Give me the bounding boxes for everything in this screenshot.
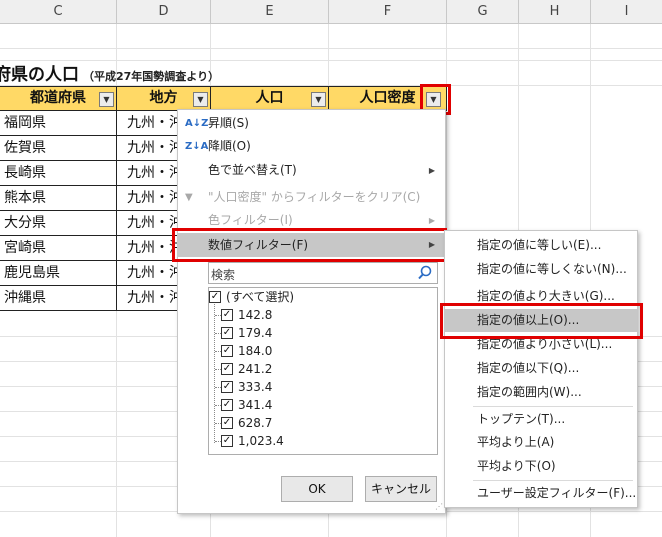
cell-prefecture[interactable]: 宮崎県	[0, 236, 117, 261]
checkbox-icon[interactable]: ✓	[221, 345, 233, 357]
menu-sort-descending-label: 降順(O)	[208, 139, 251, 153]
submenu-custom-filter[interactable]: ユーザー設定フィルター(F)...	[445, 482, 637, 505]
submenu-top-ten[interactable]: トップテン(T)...	[445, 408, 637, 431]
checkbox-icon[interactable]: ✓	[209, 291, 221, 303]
submenu-custom-filter-label: ユーザー設定フィルター(F)...	[477, 486, 637, 500]
checkbox-icon[interactable]: ✓	[221, 399, 233, 411]
value-item-label: 241.2	[238, 362, 273, 376]
sort-descending-icon: Z↓A	[185, 141, 209, 152]
menu-sort-descending[interactable]: Z↓A 降順(O)	[178, 135, 445, 158]
submenu-not-equals[interactable]: 指定の値に等しくない(N)...	[445, 258, 637, 281]
menu-clear-filter-label: "人口密度" からフィルターをクリア(C)	[208, 190, 421, 204]
submenu-equals-label: 指定の値に等しい(E)...	[477, 238, 602, 252]
menu-sort-ascending[interactable]: A↓Z 昇順(S)	[178, 112, 445, 135]
header-prefecture-label: 都道府県	[30, 90, 86, 106]
highlight-number-filter	[172, 228, 447, 262]
submenu-below-average[interactable]: 平均より下(O)	[445, 455, 637, 478]
cell-prefecture[interactable]: 熊本県	[0, 186, 117, 211]
header-region[interactable]: 地方 ▼	[117, 86, 211, 111]
clear-filter-icon: ▼	[185, 192, 193, 203]
sheet-title-main: 府県の人口	[0, 65, 79, 85]
column-header-d[interactable]: D	[117, 0, 211, 24]
value-item-label: 628.7	[238, 416, 273, 430]
column-header-e[interactable]: E	[211, 0, 329, 24]
tree-line	[214, 297, 215, 443]
column-header-i[interactable]: I	[591, 0, 662, 24]
checkbox-icon[interactable]: ✓	[221, 363, 233, 375]
filter-search-input[interactable]: 検索	[208, 262, 438, 284]
submenu-between[interactable]: 指定の範囲内(W)...	[445, 381, 637, 404]
search-placeholder: 検索	[211, 268, 236, 282]
ok-button[interactable]: OK	[281, 476, 353, 502]
submenu-not-equals-label: 指定の値に等しくない(N)...	[477, 262, 627, 276]
header-prefecture[interactable]: 都道府県 ▼	[0, 86, 117, 111]
header-population[interactable]: 人口 ▼	[211, 86, 329, 111]
value-item-label: 179.4	[238, 326, 273, 340]
menu-sort-by-color-label: 色で並べ替え(T)	[208, 163, 297, 177]
menu-sort-ascending-label: 昇順(S)	[208, 116, 249, 130]
menu-clear-filter: ▼ "人口密度" からフィルターをクリア(C)	[178, 186, 445, 209]
filter-dropdown-icon[interactable]: ▼	[99, 92, 114, 107]
header-density-label: 人口密度	[359, 90, 416, 106]
submenu-below-average-label: 平均より下(O)	[477, 459, 556, 473]
submenu-between-label: 指定の範囲内(W)...	[477, 385, 582, 399]
cell-prefecture[interactable]: 鹿児島県	[0, 261, 117, 286]
cell-prefecture[interactable]: 大分県	[0, 211, 117, 236]
checkbox-icon[interactable]: ✓	[221, 309, 233, 321]
sheet-title: 府県の人口 （平成27年国勢調査より）	[0, 60, 220, 85]
cell-prefecture[interactable]: 福岡県	[0, 111, 117, 136]
submenu-separator	[473, 406, 633, 407]
filter-menu: A↓Z 昇順(S) Z↓A 降順(O) 色で並べ替え(T) ▶ ▼ "人口密度"…	[177, 109, 446, 514]
header-population-label: 人口	[255, 90, 284, 106]
sheet-title-sub: （平成27年国勢調査より）	[83, 70, 220, 83]
value-item-label: 1,023.4	[238, 434, 284, 448]
number-filter-submenu: 指定の値に等しい(E)... 指定の値に等しくない(N)... 指定の値より大き…	[444, 230, 638, 508]
submenu-arrow-icon: ▶	[428, 166, 435, 175]
resize-grip-icon[interactable]: ⋰	[435, 502, 443, 511]
header-region-label: 地方	[149, 90, 178, 106]
submenu-above-average-label: 平均より上(A)	[477, 435, 555, 449]
value-item-label: 341.4	[238, 398, 273, 412]
column-header-f[interactable]: F	[329, 0, 447, 24]
column-header-c[interactable]: C	[0, 0, 117, 24]
filter-value-list: ✓ (すべて選択) ✓ 142.8 ✓ 179.4 ✓ 184.0 ✓ 241.…	[208, 287, 438, 455]
column-header-g[interactable]: G	[447, 0, 519, 24]
checkbox-icon[interactable]: ✓	[221, 381, 233, 393]
sort-ascending-icon: A↓Z	[185, 118, 209, 129]
column-header-h[interactable]: H	[519, 0, 591, 24]
highlight-greater-or-equal	[440, 303, 643, 339]
filter-active-icon[interactable]: ▼	[193, 92, 208, 107]
cell-prefecture[interactable]: 長崎県	[0, 161, 117, 186]
checkbox-icon[interactable]: ✓	[221, 417, 233, 429]
value-item-label: 142.8	[238, 308, 273, 322]
value-select-all-label: (すべて選択)	[226, 290, 295, 304]
submenu-less-or-equal-label: 指定の値以下(Q)...	[477, 361, 580, 375]
submenu-equals[interactable]: 指定の値に等しい(E)...	[445, 234, 637, 257]
checkbox-icon[interactable]: ✓	[221, 327, 233, 339]
submenu-less-or-equal[interactable]: 指定の値以下(Q)...	[445, 357, 637, 380]
filter-dropdown-icon[interactable]: ▼	[311, 92, 326, 107]
cell-prefecture[interactable]: 沖縄県	[0, 286, 117, 311]
submenu-separator	[473, 480, 633, 481]
value-item-label: 184.0	[238, 344, 273, 358]
search-icon	[418, 265, 432, 280]
checkbox-icon[interactable]: ✓	[221, 435, 233, 447]
submenu-above-average[interactable]: 平均より上(A)	[445, 431, 637, 454]
menu-sort-by-color[interactable]: 色で並べ替え(T) ▶	[178, 159, 445, 182]
submenu-top-ten-label: トップテン(T)...	[477, 412, 566, 426]
column-header-bar: C D E F G H I	[0, 0, 662, 24]
value-item-label: 333.4	[238, 380, 273, 394]
cancel-button[interactable]: キャンセル	[365, 476, 437, 502]
cell-prefecture[interactable]: 佐賀県	[0, 136, 117, 161]
grid-row-line	[0, 48, 662, 49]
